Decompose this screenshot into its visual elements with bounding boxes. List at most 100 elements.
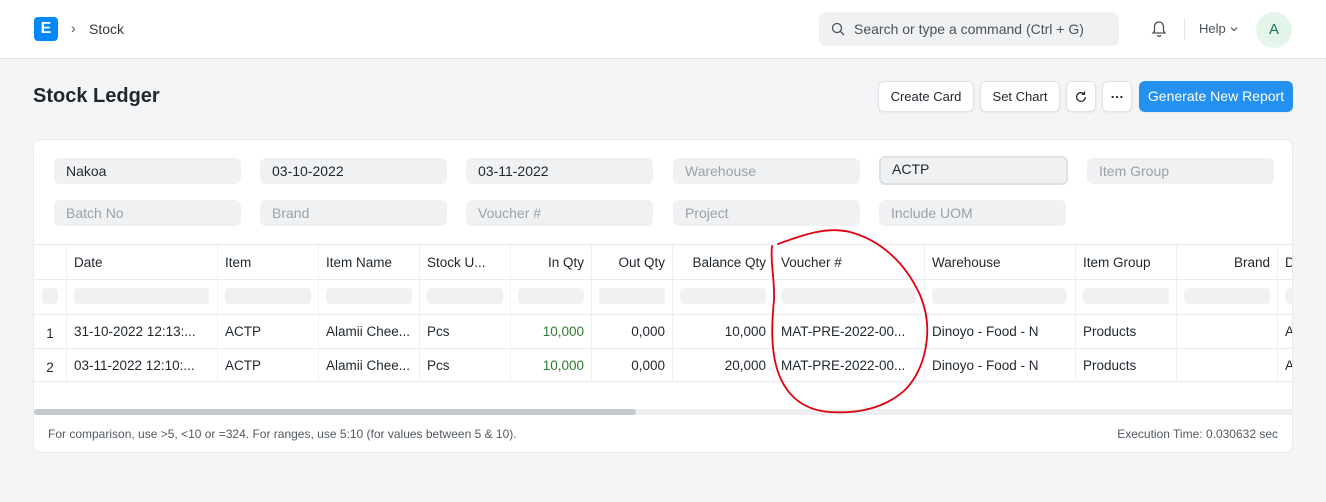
cell-overflow[interactable]: A [1278, 349, 1292, 381]
more-icon [1111, 95, 1123, 99]
filter-input-out-qty[interactable] [599, 288, 665, 304]
report-datatable: Date Item Item Name Stock U... In Qty Ou… [34, 244, 1292, 382]
filter-cell-date[interactable] [67, 280, 218, 314]
cell-item-name[interactable]: Alamii Chee... [319, 349, 420, 381]
column-header-overflow[interactable]: D [1278, 245, 1292, 279]
voucher-no-filter[interactable]: Voucher # [466, 200, 653, 226]
help-menu[interactable]: Help [1199, 21, 1226, 36]
cell-out-qty[interactable]: 0,000 [592, 315, 673, 348]
filter-row-index [34, 280, 67, 314]
column-header-voucher-no[interactable]: Voucher # [774, 245, 925, 279]
filter-input-item-name[interactable] [326, 288, 412, 304]
filter-input-brand[interactable] [1184, 288, 1270, 304]
column-header-out-qty[interactable]: Out Qty [592, 245, 673, 279]
filter-cell-in-qty[interactable] [511, 280, 592, 314]
batch-no-filter[interactable]: Batch No [54, 200, 241, 226]
search-placeholder: Search or type a command (Ctrl + G) [854, 21, 1084, 37]
more-options-button[interactable] [1102, 81, 1132, 112]
filter-input-overflow[interactable] [1285, 288, 1292, 304]
filter-cell-balance-qty[interactable] [673, 280, 774, 314]
to-date-filter[interactable]: 03-11-2022 [466, 158, 653, 184]
filter-input-stock-uom[interactable] [427, 288, 503, 304]
filter-cell-item[interactable] [218, 280, 319, 314]
filter-cell-stock-uom[interactable] [420, 280, 511, 314]
cell-brand[interactable] [1177, 349, 1278, 381]
column-header-brand[interactable]: Brand [1177, 245, 1278, 279]
cell-item-group[interactable]: Products [1076, 315, 1177, 348]
cell-in-qty[interactable]: 10,000 [511, 315, 592, 348]
app-logo[interactable]: E [34, 17, 58, 41]
execution-time: Execution Time: 0.030632 sec [1117, 427, 1278, 441]
brand-filter[interactable]: Brand [260, 200, 447, 226]
cell-overflow[interactable]: A [1278, 315, 1292, 348]
chevron-right-icon: › [71, 20, 76, 36]
set-chart-button[interactable]: Set Chart [980, 81, 1060, 112]
column-header-date[interactable]: Date [67, 245, 218, 279]
refresh-icon [1076, 91, 1086, 102]
column-header-item[interactable]: Item [218, 245, 319, 279]
from-date-filter[interactable]: 03-10-2022 [260, 158, 447, 184]
avatar[interactable]: A [1256, 12, 1292, 48]
cell-date[interactable]: 03-11-2022 12:10:... [67, 349, 218, 381]
navbar: E › Stock Search or type a command (Ctrl… [0, 0, 1326, 59]
company-filter[interactable]: Nakoa [54, 158, 241, 184]
cell-voucher-no[interactable]: MAT-PRE-2022-00... [774, 315, 925, 348]
notification-bell-icon[interactable] [1150, 20, 1168, 38]
project-filter[interactable]: Project [673, 200, 860, 226]
filter-cell-item-group[interactable] [1076, 280, 1177, 314]
filter-input-item[interactable] [225, 288, 311, 304]
table-header-row: Date Item Item Name Stock U... In Qty Ou… [34, 245, 1292, 280]
report-card: Nakoa 03-10-2022 03-11-2022 Warehouse AC… [33, 139, 1293, 453]
filter-input-in-qty[interactable] [518, 288, 584, 304]
cell-item[interactable]: ACTP [218, 349, 319, 381]
search-input[interactable]: Search or type a command (Ctrl + G) [819, 12, 1119, 46]
filter-cell-overflow[interactable] [1278, 280, 1292, 314]
horizontal-scrollbar-thumb[interactable] [34, 409, 636, 415]
cell-brand[interactable] [1177, 315, 1278, 348]
filter-input-voucher-no[interactable] [781, 288, 916, 304]
column-header-in-qty[interactable]: In Qty [511, 245, 592, 279]
cell-in-qty[interactable]: 10,000 [511, 349, 592, 381]
item-group-filter[interactable]: Item Group [1087, 158, 1274, 184]
breadcrumb-stock[interactable]: Stock [89, 21, 124, 37]
cell-balance-qty[interactable]: 20,000 [673, 349, 774, 381]
search-icon [831, 22, 845, 36]
filter-input-date[interactable] [74, 288, 209, 304]
table-row[interactable]: 2 03-11-2022 12:10:... ACTP Alamii Chee.… [34, 349, 1292, 382]
create-card-button[interactable]: Create Card [878, 81, 974, 112]
cell-voucher-no[interactable]: MAT-PRE-2022-00... [774, 349, 925, 381]
filter-cell-item-name[interactable] [319, 280, 420, 314]
cell-stock-uom[interactable]: Pcs [420, 349, 511, 381]
cell-out-qty[interactable]: 0,000 [592, 349, 673, 381]
cell-stock-uom[interactable]: Pcs [420, 315, 511, 348]
filter-input-balance-qty[interactable] [680, 288, 766, 304]
cell-date[interactable]: 31-10-2022 12:13:... [67, 315, 218, 348]
navbar-divider [1184, 18, 1185, 40]
chevron-down-icon[interactable] [1229, 24, 1239, 34]
refresh-button[interactable] [1066, 81, 1096, 112]
column-header-warehouse[interactable]: Warehouse [925, 245, 1076, 279]
cell-warehouse[interactable]: Dinoyo - Food - N [925, 349, 1076, 381]
cell-item-name[interactable]: Alamii Chee... [319, 315, 420, 348]
filter-input-warehouse[interactable] [932, 288, 1067, 304]
column-header-balance-qty[interactable]: Balance Qty [673, 245, 774, 279]
cell-item-group[interactable]: Products [1076, 349, 1177, 381]
item-filter[interactable]: ACTP [879, 156, 1068, 185]
warehouse-filter[interactable]: Warehouse [673, 158, 860, 184]
include-uom-filter[interactable]: Include UOM [879, 200, 1066, 226]
column-header-item-name[interactable]: Item Name [319, 245, 420, 279]
filter-cell-voucher-no[interactable] [774, 280, 925, 314]
filter-input-item-group[interactable] [1083, 288, 1169, 304]
column-header-stock-uom[interactable]: Stock U... [420, 245, 511, 279]
filter-cell-out-qty[interactable] [592, 280, 673, 314]
row-index: 2 [34, 349, 67, 381]
generate-new-report-button[interactable]: Generate New Report [1139, 81, 1293, 112]
cell-item[interactable]: ACTP [218, 315, 319, 348]
cell-balance-qty[interactable]: 10,000 [673, 315, 774, 348]
filter-cell-brand[interactable] [1177, 280, 1278, 314]
column-header-item-group[interactable]: Item Group [1076, 245, 1177, 279]
table-filter-row [34, 280, 1292, 315]
cell-warehouse[interactable]: Dinoyo - Food - N [925, 315, 1076, 348]
filter-cell-warehouse[interactable] [925, 280, 1076, 314]
table-row[interactable]: 1 31-10-2022 12:13:... ACTP Alamii Chee.… [34, 315, 1292, 349]
